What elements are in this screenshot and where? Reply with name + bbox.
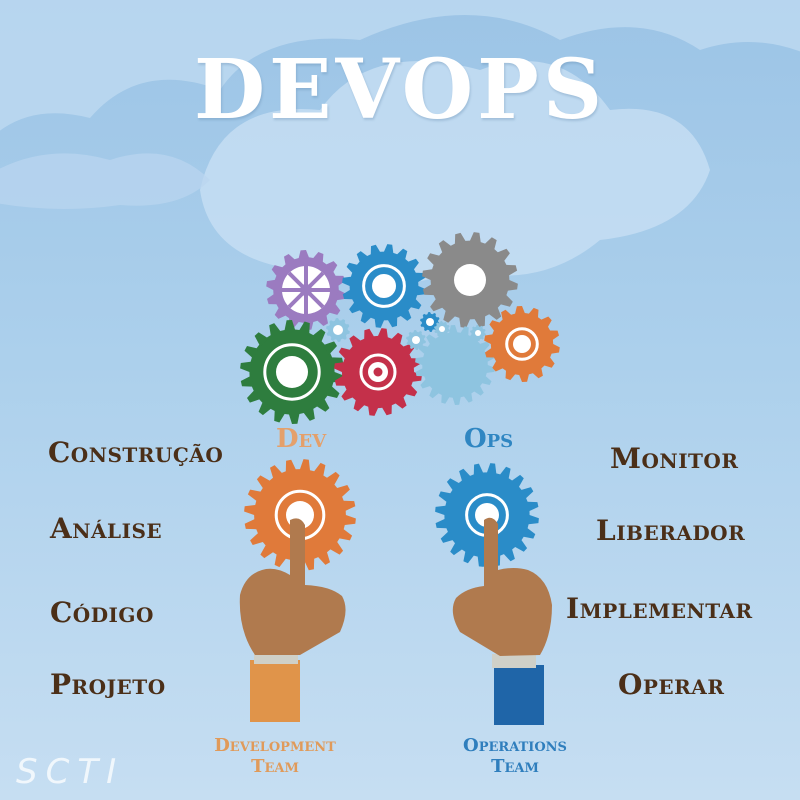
gear-icon (434, 321, 450, 337)
page-title: DEVOPS (193, 42, 607, 138)
devops-infographic: DEVOPS Dev Ops Construção Análise Código… (0, 0, 800, 800)
watermark-logo: SCTI (16, 752, 125, 792)
left-item-analise: Análise (50, 512, 163, 545)
development-team-line2: Team (251, 756, 299, 777)
gear-icon (326, 318, 350, 342)
ops-label: Ops (464, 424, 514, 454)
right-item-implementar: Implementar (566, 592, 753, 625)
right-item-operar: Operar (618, 668, 725, 701)
right-item-monitor: Monitor (610, 442, 739, 475)
operations-team-line1: Operations (463, 735, 567, 756)
development-team-label: Development Team (200, 735, 350, 777)
left-item-codigo: Código (50, 596, 154, 629)
left-item-construcao: Construção (48, 436, 224, 469)
development-team-line1: Development (214, 735, 336, 756)
left-item-projeto: Projeto (50, 668, 166, 701)
right-item-liberador: Liberador (596, 514, 746, 547)
operations-team-line2: Team (491, 756, 539, 777)
operations-team-label: Operations Team (440, 735, 590, 777)
dev-label: Dev (276, 424, 327, 454)
